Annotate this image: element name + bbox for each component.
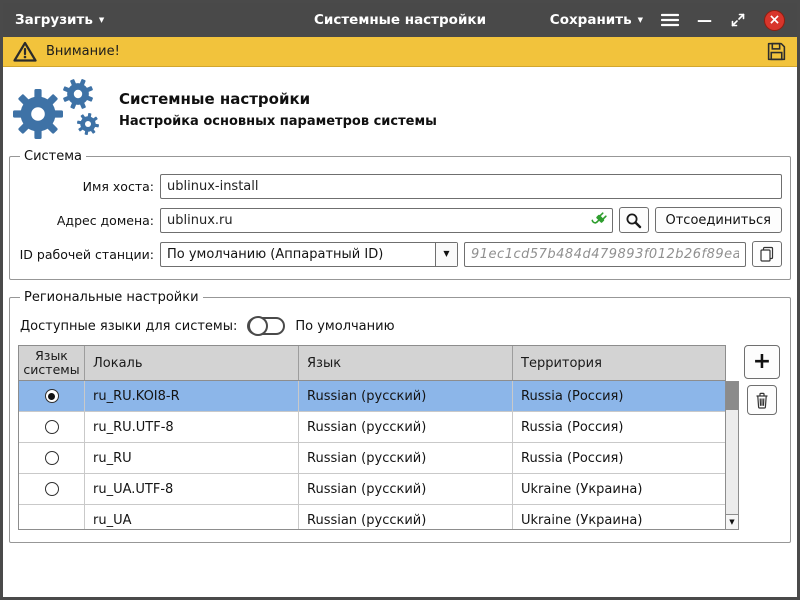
minimize-button[interactable]: —	[697, 13, 712, 28]
cell-locale: ru_RU.KOI8-R	[85, 381, 299, 411]
table-row[interactable]: ru_UA.UTF-8 Russian (русский) Ukraine (У…	[19, 474, 725, 505]
cell-territory: Ukraine (Украина)	[513, 474, 725, 504]
copy-button[interactable]	[752, 241, 782, 267]
station-id-mode-select[interactable]: По умолчанию (Аппаратный ID) ▼	[160, 242, 458, 267]
floppy-icon	[766, 41, 787, 62]
table-header: Язык системы Локаль Язык Территория	[18, 345, 726, 381]
scroll-down-button[interactable]: ▼	[726, 514, 738, 529]
system-group-legend: Система	[20, 149, 86, 164]
default-languages-toggle[interactable]	[247, 317, 285, 335]
radio-selected[interactable]	[45, 389, 59, 403]
station-id-row: ID рабочей станции: По умолчанию (Аппара…	[18, 241, 782, 267]
expand-icon	[730, 12, 746, 28]
table-row[interactable]: ru_RU Russian (русский) Russia (Россия)	[19, 443, 725, 474]
radio-unselected[interactable]	[45, 451, 59, 465]
table-row[interactable]: ru_UA Russian (русский) Ukraine (Украина…	[19, 505, 725, 530]
cell-territory: Russia (Россия)	[513, 381, 725, 411]
disconnect-button[interactable]: Отсоединиться	[655, 207, 783, 233]
add-locale-button[interactable]: +	[744, 345, 780, 379]
cell-language: Russian (русский)	[299, 412, 513, 442]
languages-label: Доступные языки для системы:	[20, 319, 237, 334]
save-menu-button[interactable]: Сохранить ▼	[550, 12, 643, 28]
content-area: Системные настройки Настройка основных п…	[3, 67, 797, 597]
search-icon	[625, 212, 642, 229]
locales-table-area: Язык системы Локаль Язык Территория ru_R…	[18, 345, 782, 530]
station-id-mode-value: По умолчанию (Аппаратный ID)	[161, 243, 435, 266]
toggle-label: По умолчанию	[295, 319, 394, 334]
close-icon: ×	[769, 13, 781, 27]
cell-language: Russian (русский)	[299, 474, 513, 504]
delete-locale-button[interactable]	[747, 385, 777, 415]
page-header: Системные настройки Настройка основных п…	[9, 73, 791, 149]
gears-icon	[11, 77, 105, 141]
column-header-territory: Территория	[513, 346, 725, 380]
cell-locale: ru_UA	[85, 505, 299, 530]
cell-territory: Russia (Россия)	[513, 443, 725, 473]
domain-label: Адрес домена:	[18, 213, 154, 228]
chevron-down-icon: ▼	[638, 17, 643, 24]
trash-icon	[754, 392, 770, 409]
load-menu-label: Загрузить	[15, 12, 93, 28]
cell-language: Russian (русский)	[299, 443, 513, 473]
column-header-language: Язык	[299, 346, 513, 380]
system-group: Система Имя хоста: Адрес домена:	[9, 149, 791, 280]
domain-input[interactable]	[160, 208, 613, 233]
table-body: ru_RU.KOI8-R Russian (русский) Russia (Р…	[18, 381, 726, 530]
save-menu-label: Сохранить	[550, 12, 632, 28]
warning-text: Внимание!	[46, 44, 120, 59]
regional-group: Региональные настройки Доступные языки д…	[9, 290, 791, 543]
languages-toggle-row: Доступные языки для системы: По умолчани…	[20, 317, 782, 335]
cell-territory: Ukraine (Украина)	[513, 505, 725, 530]
locales-table: Язык системы Локаль Язык Территория ru_R…	[18, 345, 726, 530]
copy-icon	[759, 246, 775, 262]
hostname-input[interactable]	[160, 174, 782, 199]
station-id-value-field	[464, 242, 746, 267]
hostname-row: Имя хоста:	[18, 174, 782, 199]
cell-locale: ru_RU.UTF-8	[85, 412, 299, 442]
cell-territory: Russia (Россия)	[513, 412, 725, 442]
table-scrollbar[interactable]: ▼	[725, 381, 739, 530]
column-header-locale: Локаль	[85, 346, 299, 380]
hostname-label: Имя хоста:	[18, 179, 154, 194]
system-settings-window: Загрузить ▼ Системные настройки Сохранит…	[0, 0, 800, 600]
cell-locale: ru_RU	[85, 443, 299, 473]
table-row[interactable]: ru_RU.UTF-8 Russian (русский) Russia (Ро…	[19, 412, 725, 443]
radio-unselected[interactable]	[45, 420, 59, 434]
regional-group-legend: Региональные настройки	[20, 290, 203, 305]
menu-button[interactable]	[661, 13, 679, 27]
hamburger-icon	[661, 13, 679, 27]
scrollbar-thumb[interactable]	[726, 382, 738, 410]
column-header-system-language: Язык системы	[19, 346, 85, 380]
chevron-down-icon: ▼	[99, 17, 104, 24]
load-menu-button[interactable]: Загрузить ▼	[15, 12, 104, 28]
save-button[interactable]	[766, 41, 787, 62]
maximize-button[interactable]	[730, 12, 746, 28]
search-button[interactable]	[619, 207, 649, 233]
titlebar-actions: Сохранить ▼ —	[550, 10, 785, 31]
close-button[interactable]: ×	[764, 10, 785, 31]
table-row[interactable]: ru_RU.KOI8-R Russian (русский) Russia (Р…	[19, 381, 725, 412]
plus-icon: +	[753, 351, 771, 373]
radio-unselected[interactable]	[45, 482, 59, 496]
connected-plug-icon	[590, 211, 608, 229]
chevron-down-icon: ▼	[443, 250, 449, 258]
warning-bar: Внимание!	[3, 37, 797, 67]
station-id-label: ID рабочей станции:	[18, 247, 154, 262]
minimize-icon: —	[697, 13, 712, 28]
cell-language: Russian (русский)	[299, 505, 513, 530]
warning-icon	[13, 41, 37, 62]
table-action-buttons: +	[744, 345, 780, 415]
cell-locale: ru_UA.UTF-8	[85, 474, 299, 504]
page-title: Системные настройки	[119, 90, 437, 108]
scroll-down-icon: ▼	[729, 518, 734, 526]
toggle-knob	[248, 316, 268, 336]
domain-row: Адрес домена:	[18, 207, 782, 233]
cell-language: Russian (русский)	[299, 381, 513, 411]
combo-dropdown-button[interactable]: ▼	[435, 243, 457, 266]
page-subtitle: Настройка основных параметров системы	[119, 114, 437, 129]
titlebar: Загрузить ▼ Системные настройки Сохранит…	[3, 3, 797, 37]
